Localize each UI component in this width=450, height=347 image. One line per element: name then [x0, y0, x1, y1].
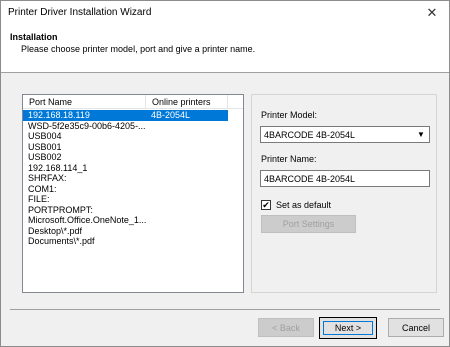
printer-model-dropdown[interactable]: 4BARCODE 4B-2054L ▼: [260, 126, 430, 143]
column-header-port-name[interactable]: Port Name: [23, 95, 146, 109]
port-name-cell: COM1:: [28, 183, 57, 194]
list-item[interactable]: Desktop\*.pdf: [23, 226, 243, 237]
list-item[interactable]: Microsoft.Office.OneNote_1...: [23, 215, 243, 226]
port-settings-button[interactable]: Port Settings: [261, 215, 356, 233]
port-name-cell: WSD-5f2e35c9-00b6-4205-...: [28, 120, 146, 131]
next-button-label: Next >: [323, 321, 373, 335]
list-item[interactable]: 192.168.18.119 4B-2054L: [23, 110, 228, 121]
list-item[interactable]: SHRFAX:: [23, 173, 243, 184]
port-name-cell: 192.168.114_1: [28, 162, 88, 173]
list-item[interactable]: 192.168.114_1: [23, 163, 243, 174]
close-button[interactable]: ✕: [415, 1, 449, 25]
footer-divider: [10, 309, 440, 310]
list-item[interactable]: COM1:: [23, 184, 243, 195]
port-name-cell: SHRFAX:: [28, 173, 67, 183]
port-name-cell: USB004: [28, 131, 62, 141]
back-button[interactable]: < Back: [258, 318, 314, 337]
port-name-cell: 192.168.18.119: [28, 110, 90, 120]
port-name-cell: Desktop\*.pdf: [28, 225, 83, 236]
list-item[interactable]: USB001: [23, 142, 243, 153]
list-item[interactable]: USB002: [23, 152, 243, 163]
list-item[interactable]: FILE:: [23, 194, 243, 205]
online-printer-cell: 4B-2054L: [151, 110, 191, 120]
port-name-cell: Documents\*.pdf: [28, 236, 95, 246]
port-list-header: Port Name Online printers: [23, 95, 243, 109]
window-title: Printer Driver Installation Wizard: [8, 7, 152, 18]
title-bar: Printer Driver Installation Wizard ✕: [1, 1, 449, 25]
port-name-cell: FILE:: [28, 194, 50, 204]
printer-model-value: 4BARCODE 4B-2054L: [264, 130, 356, 140]
printer-settings-panel: Printer Model: 4BARCODE 4B-2054L ▼ Print…: [251, 94, 437, 293]
printer-name-label: Printer Name:: [261, 154, 317, 164]
port-name-cell: USB001: [28, 141, 62, 152]
column-header-online-printers[interactable]: Online printers: [146, 95, 228, 109]
set-default-checkbox[interactable]: ✔: [261, 200, 271, 210]
header-subtitle: Please choose printer model, port and gi…: [21, 44, 256, 54]
port-name-cell: Microsoft.Office.OneNote_1...: [28, 215, 147, 225]
close-icon: ✕: [426, 5, 438, 20]
wizard-window: Printer Driver Installation Wizard ✕ Ins…: [0, 0, 450, 347]
list-item[interactable]: WSD-5f2e35c9-00b6-4205-...: [23, 121, 243, 132]
list-item[interactable]: USB004: [23, 131, 243, 142]
chevron-down-icon[interactable]: ▼: [415, 129, 427, 140]
port-name-cell: PORTPROMPT:: [28, 204, 93, 215]
port-name-cell: USB002: [28, 152, 62, 162]
checkmark-icon: ✔: [262, 199, 270, 210]
list-item[interactable]: Documents\*.pdf: [23, 236, 243, 247]
port-list-rows: 192.168.18.119 4B-2054L WSD-5f2e35c9-00b6-…: [23, 110, 243, 247]
cancel-button[interactable]: Cancel: [388, 318, 444, 337]
printer-model-label: Printer Model:: [261, 110, 318, 120]
printer-name-value: 4BARCODE 4B-2054L: [264, 174, 356, 184]
wizard-header: Installation Please choose printer model…: [1, 25, 449, 73]
set-default-label[interactable]: Set as default: [276, 200, 331, 210]
printer-name-field[interactable]: 4BARCODE 4B-2054L: [260, 170, 430, 187]
next-button[interactable]: Next >: [319, 317, 377, 339]
list-item[interactable]: PORTPROMPT:: [23, 205, 243, 216]
header-title: Installation: [10, 32, 58, 42]
port-list[interactable]: Port Name Online printers 192.168.18.119…: [22, 94, 244, 293]
